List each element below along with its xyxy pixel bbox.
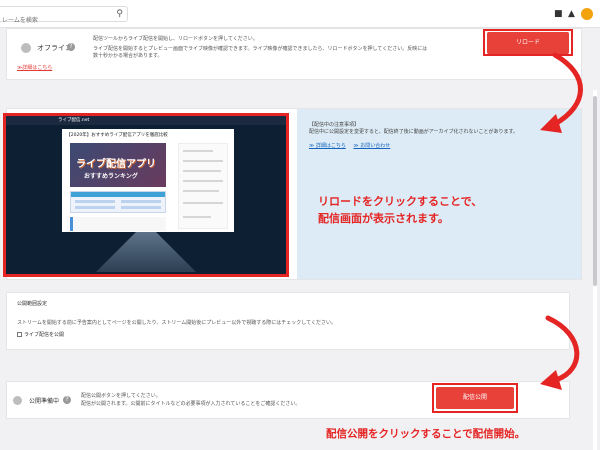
reload-callout: リロードをクリックすることで、 配信画面が表示されます。 xyxy=(318,193,482,227)
status-indicator xyxy=(21,43,31,53)
status-message-line2: ライブ配信を開始するとプレビュー画面でライブ映像が確認できます。ライブ映像が確認… xyxy=(93,46,428,59)
bell-icon[interactable]: ▲ xyxy=(568,9,575,19)
search-box[interactable]: ⚲ xyxy=(0,6,128,28)
reload-callout-line2: 配信画面が表示されます。 xyxy=(318,212,449,225)
preview-table-header xyxy=(71,192,165,197)
preview-table-cell xyxy=(75,200,115,203)
reload-callout-line1: リロードをクリックすることで、 xyxy=(318,195,483,208)
prep-status-label: 公開準備中 xyxy=(29,398,60,405)
public-settings-card: 公開範囲設定 ストリームを開始する前に予告案内としてページを公開したり、ストリー… xyxy=(6,292,570,350)
public-settings-title: 公開範囲設定 xyxy=(17,301,48,307)
camera-icon[interactable]: ■ xyxy=(554,9,563,19)
preview-sidebar-line xyxy=(183,170,221,172)
prep-message-line2: 配信が公開されます。公開前にタイトルなどの必要事項が入力されていることをご確認く… xyxy=(81,401,301,407)
scrollbar[interactable] xyxy=(593,90,597,450)
help-icon[interactable]: ? xyxy=(63,396,71,404)
status-message: 配信ツールからライブ配信を開始し、リロードボタンを押してください。 ライブ配信を… xyxy=(93,36,428,60)
preview-table-cell xyxy=(121,206,161,209)
notes-links: ≫ 詳細はこちら ≫ お問い合わせ xyxy=(309,142,396,149)
notes-detail-link[interactable]: ≫ 詳細はこちら xyxy=(309,143,346,149)
preview-table-cell xyxy=(75,206,115,209)
search-icon[interactable]: ⚲ xyxy=(116,9,123,19)
public-settings-description: ストリームを開始する前に予告案内としてページを公開したり、ストリーム開始後にプレ… xyxy=(17,320,336,326)
preview-banner-sub: おすすめランキング xyxy=(84,173,138,180)
preview-page: 【2020年】おすすめライブ配信アプリを徹底比較 ライブ配信アプリ おすすめラン… xyxy=(62,129,234,232)
search-input[interactable] xyxy=(0,13,108,28)
public-checkbox-row[interactable]: ライブ配信を公開 xyxy=(17,331,64,338)
preview-table-cell xyxy=(121,200,161,203)
notes-contact-link[interactable]: ≫ お問い合わせ xyxy=(353,143,390,149)
public-checkbox[interactable] xyxy=(17,332,22,337)
publish-callout: 配信公開をクリックすることで配信開始。 xyxy=(326,428,526,440)
preview-sidebar-line xyxy=(183,180,223,182)
preview-sidebar-line xyxy=(183,216,211,218)
detail-link[interactable]: ≫詳細はこちら xyxy=(17,64,52,71)
preview-note-block xyxy=(70,217,166,231)
top-bar: ⚲ ■ ▲ xyxy=(0,0,600,28)
public-checkbox-label: ライブ配信を公開 xyxy=(24,332,65,338)
prep-status-indicator xyxy=(13,396,22,405)
notes-title: 【配信中の注意事項】 xyxy=(309,122,360,128)
preview-page-title: 【2020年】おすすめライブ配信アプリを徹底比較 xyxy=(66,133,168,138)
preview-table xyxy=(70,191,166,213)
preview-sidebar xyxy=(178,143,228,229)
live-preview-frame: ライブ配信.net 【2020年】おすすめライブ配信アプリを徹底比較 ライブ配信… xyxy=(3,113,289,277)
preview-sidebar-line xyxy=(183,160,223,162)
help-icon[interactable]: ? xyxy=(67,43,75,51)
prep-message: 配信公開ボタンを押してください。 配信が公開されます。公開前にタイトルなどの必要… xyxy=(81,392,300,408)
preview-sidebar-line xyxy=(183,202,223,204)
preview-banner: ライブ配信アプリ おすすめランキング xyxy=(70,143,166,187)
preview-background-pier xyxy=(96,232,196,272)
reload-button[interactable]: リロード xyxy=(487,32,569,54)
preview-sidebar-line xyxy=(183,150,213,152)
preview-banner-main: ライブ配信アプリ xyxy=(76,159,156,170)
notes-body: 配信中に公開設定を変更すると、配信終了後に動画がアーカイブ化されないことがありま… xyxy=(309,129,519,135)
preview-sidebar-line xyxy=(183,190,219,192)
scrollbar-thumb[interactable] xyxy=(593,96,597,286)
prep-message-line1: 配信公開ボタンを押してください。 xyxy=(81,393,161,399)
preview-browser-title: ライブ配信.net xyxy=(6,116,286,125)
publish-button[interactable]: 配信公開 xyxy=(436,387,514,409)
status-message-line1: 配信ツールからライブ配信を開始し、リロードボタンを押してください。 xyxy=(93,36,258,42)
avatar[interactable] xyxy=(581,8,593,20)
